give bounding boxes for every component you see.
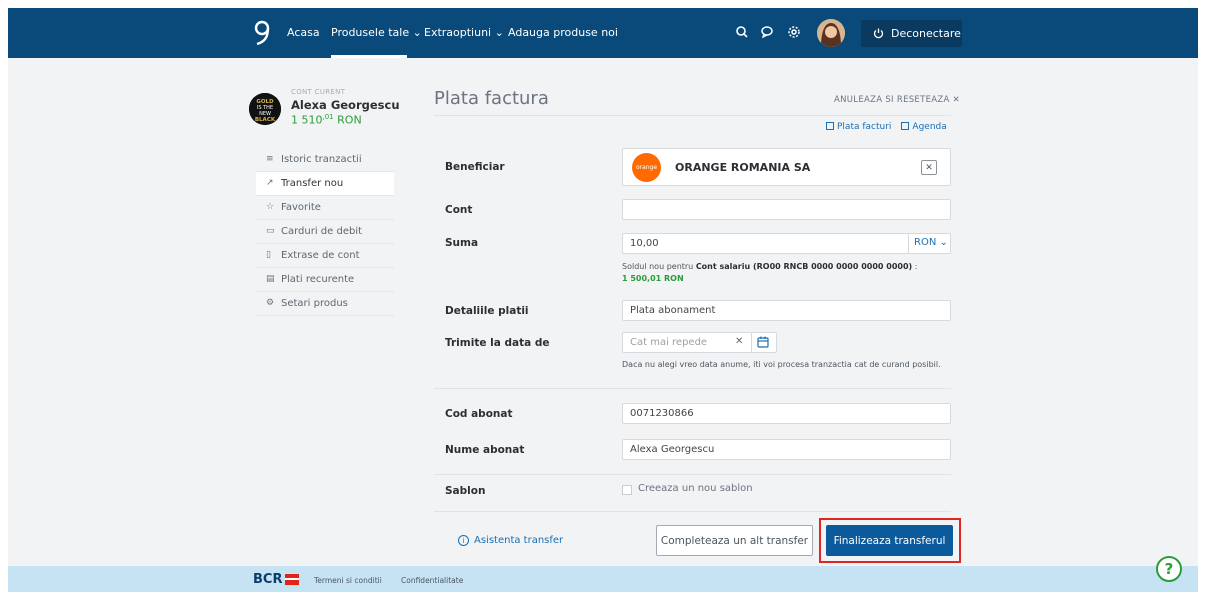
gear-icon: ⚙ <box>266 298 275 308</box>
nav-extras[interactable]: Extraoptiuni ⌄ <box>424 26 504 39</box>
new-balance-value: 1 500,01 RON <box>622 274 684 283</box>
account-label: Cont <box>445 204 473 216</box>
date-hint: Daca nu alegi vreo data anume, iti voi p… <box>622 360 941 369</box>
clipboard-icon: ▤ <box>266 274 275 284</box>
date-placeholder: Cat mai repede <box>630 337 708 348</box>
account-type-label: CONT CURENT <box>291 88 346 96</box>
search-icon[interactable] <box>734 24 750 40</box>
help-float-button[interactable]: ? <box>1156 556 1182 582</box>
privacy-link[interactable]: Confidentialitate <box>401 576 463 585</box>
account-avatar-image: GOLD IS THE NEW BLACK <box>249 93 281 125</box>
remove-beneficiary-button[interactable]: ✕ <box>921 160 937 175</box>
cancel-reset-link[interactable]: ANULEAZA SI RESETEAZA ✕ <box>834 95 960 105</box>
payment-details-input[interactable]: Plata abonament <box>622 300 951 321</box>
details-label: Detaliile platii <box>445 305 529 317</box>
section-divider <box>434 511 951 512</box>
title-divider <box>434 115 951 116</box>
nav-products[interactable]: Produsele tale ⌄ <box>331 26 422 39</box>
sidebar-item-new-transfer[interactable]: ↗ Transfer nou <box>256 172 394 196</box>
form-shortcuts: Plata facturi Agenda <box>826 122 947 132</box>
date-label: Trimite la data de <box>445 337 550 349</box>
transfer-help-link[interactable]: i Asistenta transfer <box>458 535 563 546</box>
amount-input[interactable]: 10,00 <box>622 233 951 254</box>
account-balance: 1 510,01 RON <box>291 113 362 127</box>
card-icon: ▭ <box>266 226 275 236</box>
power-icon <box>873 28 884 39</box>
currency-select[interactable]: RON ⌄ <box>914 237 948 248</box>
clear-date-icon[interactable]: ✕ <box>735 336 743 347</box>
sidebar-item-debit-cards[interactable]: ▭ Carduri de debit <box>256 220 394 244</box>
create-template-checkbox[interactable] <box>622 485 632 495</box>
bcr-mark-icon <box>285 574 300 585</box>
star-icon: ☆ <box>266 202 275 212</box>
nav-add-products[interactable]: Adauga produse noi <box>508 26 618 39</box>
page: Acasa Produsele tale ⌄ Extraoptiuni ⌄ Ad… <box>8 8 1198 592</box>
info-icon: i <box>458 535 469 546</box>
new-balance-hint: Soldul nou pentru Cont salariu (RO00 RNC… <box>622 262 918 271</box>
beneficiary-label: Beneficiar <box>445 161 505 173</box>
section-divider <box>434 474 951 475</box>
beneficiary-field[interactable]: orange ORANGE ROMANIA SA ✕ <box>622 148 951 186</box>
sidebar-item-statements[interactable]: ▯ Extrase de cont <box>256 244 394 268</box>
nav-active-indicator <box>331 55 407 58</box>
template-label: Sablon <box>445 485 486 497</box>
finalize-transfer-button[interactable]: Finalizeaza transferul <box>826 525 953 556</box>
svg-text:BLACK: BLACK <box>255 117 276 123</box>
settings-gear-icon[interactable] <box>786 24 802 40</box>
logout-label: Deconectare <box>891 27 961 40</box>
top-navigation-bar: Acasa Produsele tale ⌄ Extraoptiuni ⌄ Ad… <box>8 8 1198 58</box>
orange-logo: orange <box>632 153 661 182</box>
sidebar-item-recurring-payments[interactable]: ▤ Plati recurente <box>256 268 394 292</box>
user-avatar[interactable] <box>817 19 845 47</box>
subscriber-name-input[interactable]: Alexa Georgescu <box>622 439 951 460</box>
address-book-icon <box>901 122 910 130</box>
amount-label: Suma <box>445 237 479 249</box>
agenda-link[interactable]: Agenda <box>901 122 947 132</box>
sidebar-item-history[interactable]: ≡ Istoric tranzactii <box>256 148 394 172</box>
chat-icon[interactable] <box>759 24 775 40</box>
footer: BCR Termeni si conditii Confidentialitat… <box>8 566 1198 592</box>
page-title: Plata factura <box>434 88 549 109</box>
sidebar-item-favorites[interactable]: ☆ Favorite <box>256 196 394 220</box>
george-logo-icon[interactable] <box>253 20 271 46</box>
terms-link[interactable]: Termeni si conditii <box>314 576 382 585</box>
create-template-label[interactable]: Creeaza un nou sablon <box>638 483 753 494</box>
bill-payments-link[interactable]: Plata facturi <box>826 122 891 132</box>
logout-button[interactable]: Deconectare <box>861 20 962 47</box>
date-picker[interactable]: Cat mai repede ✕ <box>622 332 777 353</box>
list-icon: ≡ <box>266 154 274 164</box>
beneficiary-name: ORANGE ROMANIA SA <box>675 161 811 174</box>
new-transfer-button[interactable]: Completeaza un alt transfer <box>656 525 813 556</box>
section-divider <box>434 388 951 389</box>
calendar-icon[interactable] <box>757 336 769 348</box>
arrow-up-right-icon: ↗ <box>266 178 274 188</box>
sidebar-menu: ≡ Istoric tranzactii ↗ Transfer nou ☆ Fa… <box>256 148 394 316</box>
nav-home[interactable]: Acasa <box>287 26 320 39</box>
account-holder-name: Alexa Georgescu <box>291 98 400 112</box>
document-icon: ▯ <box>266 250 271 260</box>
receipt-icon <box>826 122 834 130</box>
bcr-logo: BCR <box>253 572 300 587</box>
account-avatar: GOLD IS THE NEW BLACK <box>249 93 281 125</box>
sidebar-item-product-settings[interactable]: ⚙ Setari produs <box>256 292 394 316</box>
subscriber-code-label: Cod abonat <box>445 408 513 420</box>
subscriber-name-label: Nume abonat <box>445 444 525 456</box>
subscriber-code-input[interactable]: 0071230866 <box>622 403 951 424</box>
account-input[interactable] <box>622 199 951 220</box>
